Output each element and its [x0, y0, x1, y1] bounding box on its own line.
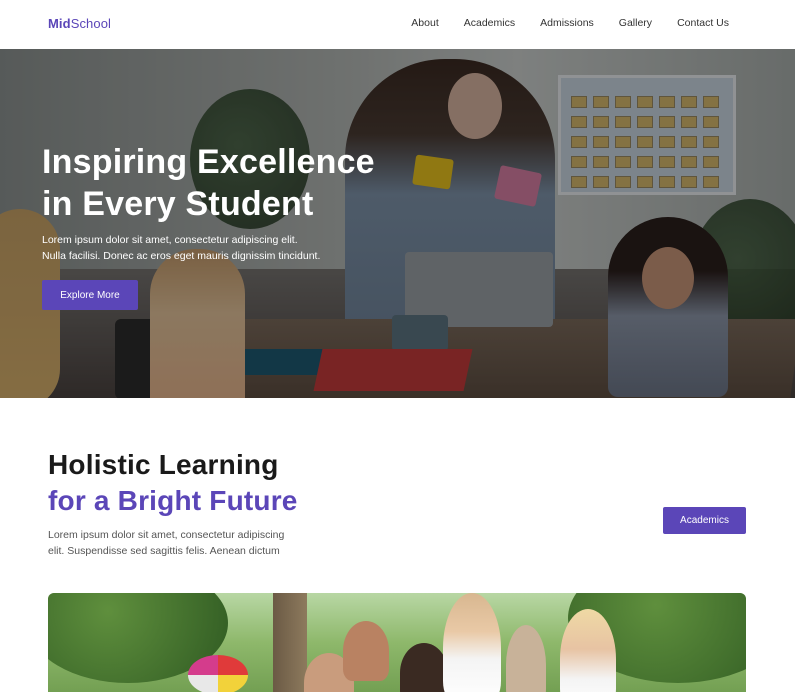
hero-title: Inspiring Excellence in Every Student	[42, 141, 375, 225]
site-header: MidSchool About Academics Admissions Gal…	[0, 0, 795, 49]
section-description: Lorem ipsum dolor sit amet, consectetur …	[48, 527, 318, 559]
pinwheel	[188, 655, 248, 692]
hero-title-line2: in Every Student	[42, 185, 314, 223]
main-nav: About Academics Admissions Gallery Conta…	[386, 17, 729, 29]
children-outdoor-photo	[48, 593, 746, 692]
logo-bold-text: Mid	[48, 16, 71, 31]
hero-subtitle-line2: Nulla facilisi. Donec ac eros eget mauri…	[42, 250, 321, 262]
nav-link-academics[interactable]: Academics	[464, 17, 515, 29]
nav-link-admissions[interactable]: Admissions	[540, 17, 594, 29]
nav-link-contact[interactable]: Contact Us	[677, 17, 729, 29]
nav-link-about[interactable]: About	[411, 17, 438, 29]
hero-subtitle: Lorem ipsum dolor sit amet, consectetur …	[42, 232, 402, 264]
site-logo[interactable]: MidSchool	[48, 16, 111, 31]
nav-link-gallery[interactable]: Gallery	[619, 17, 652, 29]
hero-title-line1: Inspiring Excellence	[42, 143, 375, 181]
section-description-line1: Lorem ipsum dolor sit amet, consectetur …	[48, 529, 285, 541]
section-title-line1: Holistic Learning	[48, 449, 279, 480]
section-title-line2: for a Bright Future	[48, 485, 298, 516]
section-description-line2: elit. Suspendisse sed sagittis felis. Ae…	[48, 545, 280, 557]
logo-regular-text: School	[70, 16, 112, 31]
hero-section: Inspiring Excellence in Every Student Lo…	[0, 49, 795, 398]
academics-button[interactable]: Academics	[663, 507, 746, 534]
hero-subtitle-line1: Lorem ipsum dolor sit amet, consectetur …	[42, 234, 298, 246]
explore-more-button[interactable]: Explore More	[42, 280, 138, 310]
